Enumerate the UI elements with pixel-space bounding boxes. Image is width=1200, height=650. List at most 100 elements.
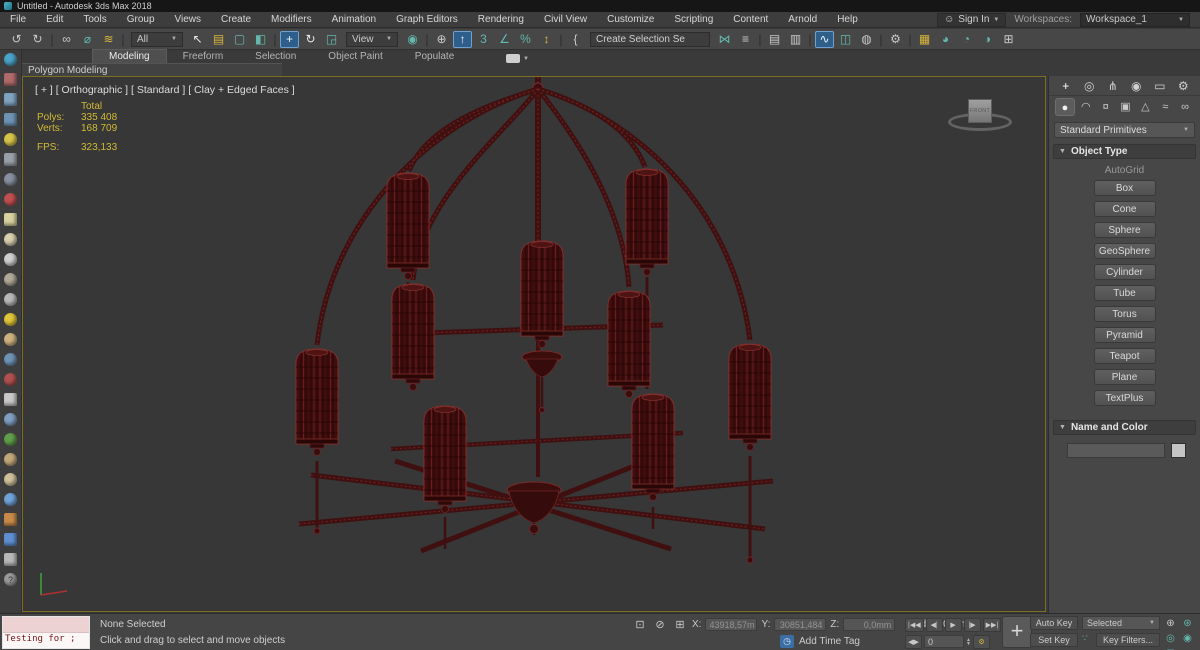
Cone[interactable]: Cone: [1093, 201, 1156, 217]
molecule-icon[interactable]: [4, 373, 17, 386]
separator[interactable]: |: [120, 31, 126, 48]
shell-icon[interactable]: [4, 473, 17, 486]
doc-icon[interactable]: [4, 553, 17, 566]
ribbon-config-dropdown[interactable]: ▼: [506, 54, 529, 63]
polygon-modeling-panel[interactable]: Polygon Modeling: [24, 65, 108, 76]
workspaces-dropdown[interactable]: Workspace_1 ▼: [1080, 12, 1190, 27]
Selection[interactable]: Selection: [239, 50, 312, 63]
grid-array-icon[interactable]: [4, 113, 17, 126]
separator[interactable]: |: [878, 31, 884, 48]
rectangular-selection-region-icon[interactable]: ▢: [230, 31, 249, 48]
dome-icon[interactable]: [4, 233, 17, 246]
Cylinder[interactable]: Cylinder: [1093, 264, 1156, 280]
render-setup-icon[interactable]: ⚙: [886, 31, 905, 48]
menu-item[interactable]: Tools: [73, 14, 116, 25]
separator[interactable]: |: [272, 31, 278, 48]
zoom-extents-icon[interactable]: ◎: [1162, 631, 1179, 646]
bind-to-space-warp-icon[interactable]: ≋: [99, 31, 118, 48]
separator[interactable]: |: [907, 31, 913, 48]
tan-sphere-icon[interactable]: [4, 333, 17, 346]
key-filter-paw-icon[interactable]: ∵: [1082, 633, 1094, 644]
blue-sphere-icon[interactable]: [4, 493, 17, 506]
Plane[interactable]: Plane: [1093, 369, 1156, 385]
undo-icon[interactable]: ↺: [7, 31, 26, 48]
menu-item[interactable]: Help: [827, 14, 868, 25]
tab-display[interactable]: ▭: [1149, 79, 1171, 93]
mirror-icon[interactable]: ⋈: [715, 31, 734, 48]
key-mode-toggle-icon[interactable]: ⚙: [972, 634, 990, 649]
select-and-manipulate-icon[interactable]: ⊕: [432, 31, 451, 48]
selection-lock-icon[interactable]: ⊘: [652, 618, 668, 631]
redo-icon[interactable]: ↻: [28, 31, 47, 48]
snaps-toggle-3d-icon[interactable]: 3: [474, 31, 493, 48]
menu-item[interactable]: Graph Editors: [386, 14, 468, 25]
isolate-selection-icon[interactable]: ⊡: [632, 618, 648, 631]
cone-icon[interactable]: [4, 293, 17, 306]
named-selection-set-field[interactable]: Create Selection Se: [590, 31, 710, 47]
Modeling[interactable]: Modeling: [92, 49, 167, 63]
curve-editor-icon[interactable]: ∿: [815, 30, 834, 48]
select-object-icon[interactable]: ↖: [188, 31, 207, 48]
Populate[interactable]: Populate: [399, 50, 470, 63]
edit-named-selections-icon[interactable]: {: [566, 31, 585, 48]
separator[interactable]: |: [558, 31, 564, 48]
next-frame-button[interactable]: |▶: [963, 617, 981, 632]
schematic-view-icon[interactable]: ◫: [836, 31, 855, 48]
key-filters-button[interactable]: Key Filters...: [1096, 633, 1160, 647]
letter-box-icon[interactable]: [4, 393, 17, 406]
percent-snap-icon[interactable]: %: [516, 31, 535, 48]
menu-item[interactable]: Arnold: [778, 14, 827, 25]
category-shapes[interactable]: ◠: [1077, 98, 1095, 116]
zoom-extents-all-icon[interactable]: ◉: [1179, 631, 1196, 646]
category-systems[interactable]: ∞: [1176, 98, 1194, 116]
listener-macro-line[interactable]: [3, 617, 89, 633]
help-icon[interactable]: ?: [4, 573, 17, 586]
select-by-name-icon[interactable]: ▤: [209, 31, 228, 48]
render-iterative-icon[interactable]: ◔: [957, 31, 976, 48]
pan-icon[interactable]: ↔: [1179, 646, 1196, 650]
x-coordinate-field[interactable]: 43918,57m: [705, 618, 758, 631]
frame-spinner[interactable]: ▲ ▼: [966, 637, 971, 646]
menu-item[interactable]: Edit: [36, 14, 73, 25]
category-space-warps[interactable]: ≈: [1156, 98, 1174, 116]
auto-key-button[interactable]: Auto Key: [1030, 616, 1078, 630]
torus-sphere-icon[interactable]: [4, 253, 17, 266]
separator[interactable]: |: [757, 31, 763, 48]
autogrid-checkbox[interactable]: AutoGrid: [1053, 165, 1196, 176]
grab-hand-icon[interactable]: [4, 273, 17, 286]
viewport-orthographic[interactable]: [ + ] [ Orthographic ] [ Standard ] [ Cl…: [22, 76, 1046, 612]
object-type-header[interactable]: ▼ Object Type: [1053, 144, 1196, 159]
Torus[interactable]: Torus: [1093, 306, 1156, 322]
list-view-icon[interactable]: [4, 93, 17, 106]
align-icon[interactable]: ≡: [736, 31, 755, 48]
TextPlus[interactable]: TextPlus: [1093, 390, 1156, 406]
display-panel-icon[interactable]: [4, 73, 17, 86]
set-key-button[interactable]: Set Key: [1030, 633, 1078, 647]
angle-snap-icon[interactable]: ∠: [495, 31, 514, 48]
key-step-toggle[interactable]: ◀▶: [905, 634, 922, 649]
menu-item[interactable]: Create: [211, 14, 261, 25]
Teapot[interactable]: Teapot: [1093, 348, 1156, 364]
layer-manager-icon[interactable]: ▤: [765, 31, 784, 48]
menu-item[interactable]: Group: [117, 14, 165, 25]
go-to-start-button[interactable]: |◀◀: [905, 617, 924, 632]
key-mode-dropdown[interactable]: Selected ▼: [1082, 616, 1160, 630]
maxscript-mini-listener[interactable]: Testing for ;: [2, 616, 90, 649]
sign-in-button[interactable]: ☺ Sign In ▼: [937, 12, 1007, 27]
GeoSphere[interactable]: GeoSphere: [1093, 243, 1156, 259]
shaded-sphere-icon[interactable]: [4, 173, 17, 186]
leaf-icon[interactable]: [4, 433, 17, 446]
tab-modify[interactable]: ◎: [1079, 79, 1101, 93]
separator[interactable]: |: [424, 31, 430, 48]
rock-icon[interactable]: [4, 413, 17, 426]
Box[interactable]: Box: [1093, 180, 1156, 196]
spinner-snap-icon[interactable]: ↕: [537, 31, 556, 48]
set-keys-button[interactable]: +: [1002, 616, 1032, 648]
select-and-move-icon[interactable]: +: [280, 30, 299, 48]
select-and-link-icon[interactable]: ∞: [57, 31, 76, 48]
menu-item[interactable]: Views: [165, 14, 212, 25]
scatter-icon[interactable]: [4, 353, 17, 366]
Freeform[interactable]: Freeform: [167, 50, 240, 63]
doc-orange-icon[interactable]: [4, 513, 17, 526]
activeshade-icon[interactable]: ◑: [978, 31, 997, 48]
